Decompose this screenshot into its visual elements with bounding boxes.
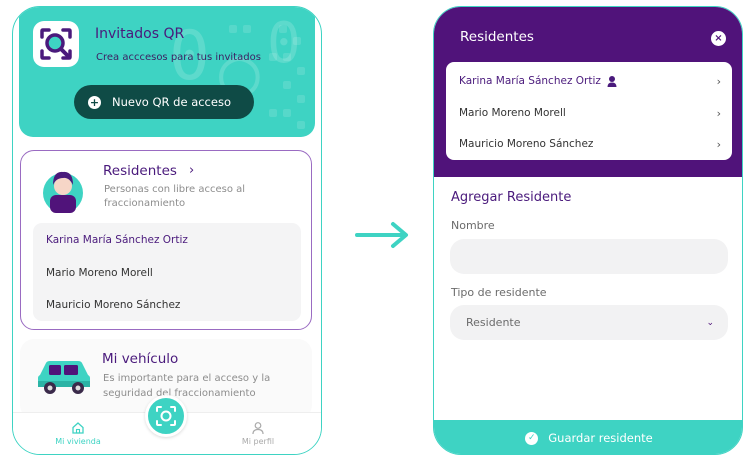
resident-type-value: Residente: [466, 316, 521, 329]
residents-header: Residentes × Karina María Sánchez Ortiz …: [434, 7, 742, 177]
new-qr-button-label: Nuevo QR de acceso: [112, 95, 231, 109]
list-item[interactable]: Karina María Sánchez Ortiz: [46, 234, 188, 246]
qr-pattern-decoration: [229, 25, 305, 129]
save-resident-label: Guardar residente: [548, 431, 653, 445]
chevron-right-icon: ›: [716, 74, 721, 88]
resident-type-select[interactable]: Residente ⌄: [450, 305, 728, 340]
residents-title: Residentes: [103, 163, 177, 179]
name-label: Nombre: [451, 219, 495, 232]
car-icon: [38, 361, 90, 394]
form-title: Agregar Residente: [451, 190, 572, 205]
qr-invites-card[interactable]: 0 ○ 0 Invitados QR Crea acccesos para tu…: [19, 7, 315, 137]
qr-card-title: Invitados QR: [95, 26, 185, 42]
resident-avatar-icon: [43, 171, 83, 213]
residents-description: Personas con libre acceso al fraccionami…: [104, 184, 246, 209]
residents-card[interactable]: Residentes › Personas con libre acceso a…: [20, 150, 312, 330]
chevron-right-icon: ›: [189, 163, 195, 178]
close-icon[interactable]: ×: [711, 31, 726, 46]
chevron-right-icon: ›: [716, 106, 721, 120]
list-item-label: Mario Moreno Morell: [459, 107, 566, 119]
list-item[interactable]: Karina María Sánchez Ortiz ›: [459, 71, 721, 91]
list-item-label: Karina María Sánchez Ortiz: [459, 75, 601, 87]
phone-screen-home: 0 ○ 0 Invitados QR Crea acccesos para tu…: [12, 6, 322, 455]
plus-circle-icon: +: [88, 95, 101, 109]
nav-profile[interactable]: Mi perfil: [223, 421, 293, 446]
chevron-right-icon: ›: [716, 137, 721, 151]
user-icon: [252, 422, 264, 435]
qr-search-icon: [33, 21, 79, 67]
list-item[interactable]: Mario Moreno Morell ›: [459, 103, 721, 123]
page-title: Residentes: [460, 29, 534, 45]
list-item[interactable]: Mauricio Moreno Sánchez ›: [459, 134, 721, 154]
qr-scan-icon: [156, 406, 176, 426]
save-resident-button[interactable]: ✓ Guardar residente: [434, 420, 742, 454]
chevron-down-icon: ⌄: [706, 317, 714, 328]
list-item[interactable]: Mauricio Moreno Sánchez: [46, 299, 180, 311]
arrow-right-icon: [355, 222, 408, 248]
list-item-label: Mauricio Moreno Sánchez: [459, 138, 594, 150]
resident-avatar-icon: [607, 76, 617, 87]
residents-list: Karina María Sánchez Ortiz › Mario Moren…: [446, 62, 732, 160]
nav-profile-label: Mi perfil: [241, 437, 275, 446]
new-qr-button[interactable]: + Nuevo QR de acceso: [74, 85, 254, 119]
qr-card-subtitle: Crea acccesos para tus invitados: [96, 52, 261, 63]
name-input[interactable]: [450, 239, 728, 274]
qr-scan-button[interactable]: [145, 395, 187, 437]
residents-list: Karina María Sánchez Ortiz Mario Moreno …: [33, 223, 301, 321]
nav-home[interactable]: Mi vivienda: [48, 421, 108, 446]
phone-screen-residents: Residentes × Karina María Sánchez Ortiz …: [433, 6, 743, 455]
resident-type-label: Tipo de residente: [451, 286, 547, 299]
check-circle-icon: ✓: [525, 431, 539, 445]
list-item[interactable]: Mario Moreno Morell: [46, 267, 153, 279]
vehicle-title: Mi vehículo: [102, 351, 179, 367]
vehicle-description: Es importante para el acceso y la seguri…: [103, 373, 271, 399]
home-icon: [72, 422, 84, 434]
nav-home-label: Mi vivienda: [55, 437, 101, 446]
